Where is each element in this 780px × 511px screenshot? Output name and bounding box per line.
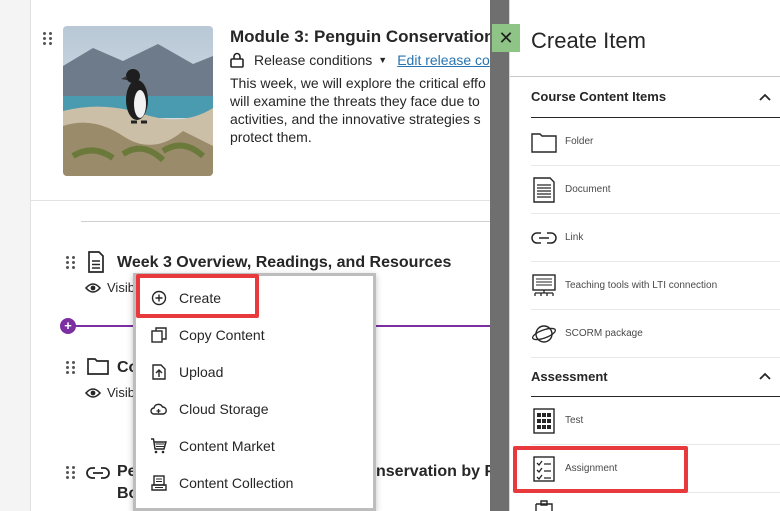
module-description: This week, we will explore the critical …: [230, 75, 486, 145]
module-drag-handle-icon[interactable]: [43, 32, 53, 46]
item-title-week3[interactable]: Week 3 Overview, Readings, and Resources: [117, 254, 451, 272]
eye-icon: [85, 282, 101, 293]
create-lti-tool[interactable]: Teaching tools with LTI connection: [531, 262, 780, 310]
create-scorm-package[interactable]: SCORM package: [531, 310, 780, 358]
link-icon: [531, 225, 557, 251]
create-test[interactable]: Test: [531, 397, 780, 445]
release-conditions-dropdown[interactable]: Release conditions: [254, 52, 372, 68]
section-assessment[interactable]: Assessment: [531, 369, 608, 384]
copy-icon: [150, 326, 167, 343]
item-drag-handle-icon[interactable]: [66, 256, 76, 270]
folder-icon: [531, 129, 557, 155]
collection-icon: [150, 474, 167, 491]
add-content-plus-icon[interactable]: +: [60, 318, 76, 334]
create-folder[interactable]: Folder: [531, 118, 780, 166]
item-visibility[interactable]: Visib: [85, 385, 135, 400]
module-image: [63, 26, 213, 176]
menu-item-copy-content[interactable]: Copy Content: [150, 326, 265, 343]
create-item-panel: Create Item Course Content Items Folder …: [509, 0, 780, 511]
cloud-icon: [150, 400, 167, 417]
highlight-assignment: [513, 446, 688, 493]
chevron-down-icon[interactable]: ▼: [378, 55, 387, 65]
edit-release-link[interactable]: Edit release co: [397, 52, 490, 68]
lock-icon: [230, 52, 244, 68]
item-drag-handle-icon[interactable]: [66, 361, 76, 375]
chevron-up-icon[interactable]: [758, 90, 772, 104]
test-icon: [531, 407, 557, 434]
highlight-create: [136, 274, 259, 318]
chevron-up-icon[interactable]: [758, 369, 772, 383]
release-conditions: Release conditions ▼ Edit release co: [230, 52, 490, 68]
close-panel-button[interactable]: ✕: [492, 24, 520, 52]
upload-icon: [150, 363, 167, 380]
menu-item-content-collection[interactable]: Content Collection: [150, 474, 293, 491]
document-icon: [88, 251, 104, 273]
menu-item-content-market[interactable]: Content Market: [150, 437, 275, 454]
cart-icon: [150, 437, 167, 454]
divider: [510, 76, 780, 77]
item-visibility[interactable]: Visib: [85, 280, 135, 295]
clipboard-icon: [535, 500, 553, 511]
section-course-content-items[interactable]: Course Content Items: [531, 89, 666, 104]
divider: [31, 200, 500, 201]
item-title-link-tail[interactable]: nservation by P: [376, 463, 495, 481]
lti-icon: [531, 273, 557, 299]
create-document[interactable]: Document: [531, 166, 780, 214]
document-icon: [531, 176, 557, 203]
divider: [81, 221, 500, 222]
folder-icon: [87, 358, 109, 375]
create-link[interactable]: Link: [531, 214, 780, 262]
panel-title: Create Item: [531, 28, 646, 53]
eye-icon: [85, 387, 101, 398]
menu-item-cloud-storage[interactable]: Cloud Storage: [150, 400, 269, 417]
scorm-icon: [531, 321, 557, 347]
modal-backdrop: [490, 0, 510, 511]
item-drag-handle-icon[interactable]: [66, 466, 76, 480]
link-icon: [86, 467, 110, 479]
module-title: Module 3: Penguin Conservation: [230, 27, 495, 46]
menu-item-upload[interactable]: Upload: [150, 363, 223, 380]
